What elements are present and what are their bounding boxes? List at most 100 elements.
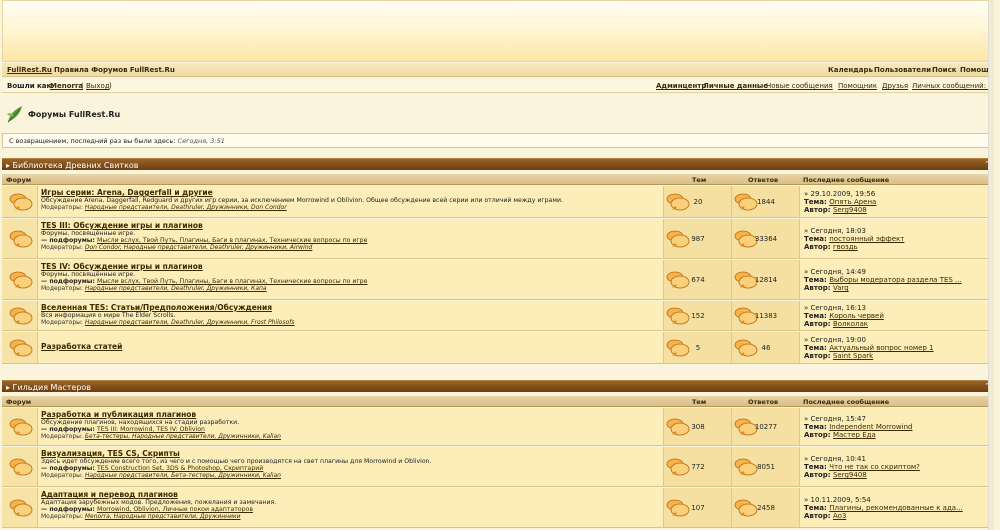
cell-c2 — [38, 332, 664, 363]
forum-row: TES III: Обсуждение игры и плагинов Форум… — [2, 219, 994, 259]
last-post-author-link[interactable]: Saint Spark — [833, 352, 873, 360]
last-post-topic-link[interactable]: Independent Morrowind — [829, 423, 912, 431]
last-post-topic-link[interactable]: Король червей — [829, 312, 884, 320]
nav-users-link[interactable]: Пользователи — [874, 66, 931, 74]
last-post-author-link[interactable]: Varg — [833, 284, 849, 292]
nav-search-link[interactable]: Поиск — [932, 66, 956, 74]
subforums-line: — подфорумы: TES III: Morrowind, TES IV:… — [41, 426, 205, 433]
last-post-theme: Тема: Что не так со скриптом? — [804, 463, 920, 471]
moderator-links[interactable]: Народные представители, Deathruler, Друж… — [85, 319, 295, 326]
forum-row: Вселенная TES: Статьи/Предположения/Обсу… — [2, 301, 994, 331]
forum-description: Форумы, посвящённые игре. — [41, 230, 136, 237]
moderators-line: Модераторы: Народные представители, Бета… — [41, 472, 281, 479]
forum-name-link[interactable]: Визуализация, TES CS, Скрипты — [41, 449, 180, 458]
forum-logo[interactable]: Форумы FullRest.Ru — [6, 102, 120, 126]
last-post-topic-link[interactable]: Плагины, рекомендованные к ада... — [829, 504, 963, 512]
last-post-topic-link[interactable]: Опять Арена — [829, 198, 876, 206]
last-post-author-link[interactable]: гвоздь — [833, 243, 858, 251]
forum-name-link[interactable]: TES IV: Обсуждение игры и плагинов — [41, 262, 203, 271]
forum-name-link[interactable]: Адаптация и перевод плагинов — [41, 490, 178, 499]
author-label: Автор: — [804, 243, 833, 251]
forum-description: Адаптация зарубежных модов. Предложения,… — [41, 499, 277, 506]
forum-name-link[interactable]: Игры серии: Arena, Daggerfall и другие — [41, 188, 213, 197]
last-post-topic-link[interactable]: Что не так со скриптом? — [829, 463, 920, 471]
replies-count: 11383 — [754, 312, 778, 320]
column-headers: Форум Тем Ответов Последнее сообщение — [2, 174, 994, 185]
moderators-label: Модераторы: — [41, 319, 85, 326]
forum-title: Форумы FullRest.Ru — [28, 109, 121, 119]
nav-home-link[interactable]: FullRest.Ru — [7, 66, 52, 74]
col-forum-header: Форум — [6, 398, 32, 406]
moderator-links[interactable]: Don Condor, Народные представители, Deat… — [85, 244, 313, 251]
replies-count: 12814 — [754, 276, 778, 284]
last-post-topic-link[interactable]: Выборы модератора раздела TES ... — [829, 276, 962, 284]
forum-name-link[interactable]: Разработка статей — [41, 342, 122, 351]
forum-status-icon — [9, 458, 33, 476]
page-scrollbar[interactable] — [988, 0, 994, 530]
last-post-topic-link[interactable]: постоянный эффект — [829, 235, 904, 243]
subforums-line: — подфорумы: TES Construction Set, 3DS &… — [41, 465, 263, 472]
moderator-links[interactable]: Народные представители, Бета-тестеры, Др… — [85, 472, 281, 479]
topics-count: 152 — [691, 312, 705, 320]
subforums-label: — подфорумы: — [41, 278, 97, 285]
logout-link[interactable]: Выход — [86, 82, 110, 90]
subforum-links[interactable]: Morrowind, Oblivion, Личные покои адапта… — [97, 506, 253, 513]
last-post-author-link[interactable]: Serg9408 — [833, 471, 867, 479]
topics-count: 5 — [695, 344, 701, 352]
forum-row: Разработка и публикация плагинов Обсужден… — [2, 408, 994, 446]
admin-cp-link[interactable]: Админцентр — [656, 82, 706, 90]
subforum-links[interactable]: Мысли вслух, Твой Путь, Плагины, Баги в … — [97, 237, 367, 244]
col-topics-header: Тем — [692, 176, 707, 184]
moderator-links[interactable]: Народные представители, Deathruler, Друж… — [85, 204, 287, 211]
theme-label: Тема: — [804, 344, 830, 352]
nav-calendar-link[interactable]: Календарь — [828, 66, 873, 74]
subforums-label: — подфорумы: — [41, 237, 97, 244]
last-post-author-link[interactable]: Serg9408 — [833, 206, 867, 214]
last-post-date: » 10.11.2009, 5:54 — [804, 496, 871, 504]
moderator-links[interactable]: Бета-тестеры, Народные представители, Др… — [85, 433, 281, 440]
subforum-links[interactable]: TES Construction Set, 3DS & Photoshop, С… — [97, 465, 263, 472]
last-post-author: Автор: Мастер Еда — [804, 431, 876, 439]
subforums-line: — подфорумы: Мысли вслух, Твой Путь, Пла… — [41, 237, 367, 244]
site-banner — [2, 0, 994, 62]
author-label: Автор: — [804, 320, 833, 328]
forum-name-link[interactable]: TES III: Обсуждение игры и плагинов — [41, 221, 203, 230]
welcome-box: С возвращением, последний раз вы были зд… — [2, 133, 994, 148]
last-post-author: Автор: Serg9408 — [804, 471, 867, 479]
forum-name-link[interactable]: Вселенная TES: Статьи/Предположения/Обсу… — [41, 303, 272, 312]
category-title[interactable]: ▸ Гильдия Мастеров — [6, 383, 91, 392]
moderator-links[interactable]: Народные представители, Deathruler, Друж… — [85, 285, 267, 292]
friends-link[interactable]: Друзья — [882, 82, 908, 90]
last-visit-time: Сегодня, 3:51 — [177, 137, 225, 145]
forum-page: FullRest.Ru Правила Форумов FullRest.Ru … — [2, 0, 994, 530]
last-post-date: » Сегодня, 14:49 — [804, 268, 866, 276]
last-post-author-link[interactable]: Волколак — [833, 320, 868, 328]
new-posts-link[interactable]: Новые сообщения — [766, 82, 833, 90]
forum-status-icon — [9, 271, 33, 289]
replies-count: 46 — [761, 344, 771, 352]
subforum-links[interactable]: Мысли вслух, Твой Путь, Плагины, Баги в … — [97, 278, 367, 285]
last-post-author: Автор: Saint Spark — [804, 352, 873, 360]
username-link[interactable]: Menorra — [50, 82, 83, 90]
leaf-logo-icon — [7, 106, 22, 123]
last-post-author: Автор: Serg9408 — [804, 206, 867, 214]
my-controls-link[interactable]: Личные данные — [703, 82, 768, 90]
last-post-author-link[interactable]: Ao3 — [833, 512, 846, 520]
assistant-link[interactable]: Помощник — [838, 82, 877, 90]
author-label: Автор: — [804, 431, 833, 439]
last-post-topic-link[interactable]: Актуальный вопрос номер 1 — [829, 344, 933, 352]
category-title[interactable]: ▸ Библиотека Древних Свитков — [6, 161, 139, 170]
subforum-links[interactable]: TES III: Morrowind, TES IV: Oblivion — [97, 426, 205, 433]
topics-count: 107 — [691, 504, 705, 512]
forum-row: Визуализация, TES CS, Скрипты Здесь идет … — [2, 447, 994, 487]
moderator-links[interactable]: Menorra, Народные представители, Дружинн… — [85, 513, 241, 520]
subforums-line: — подфорумы: Мысли вслух, Твой Путь, Пла… — [41, 278, 367, 285]
column-headers: Форум Тем Ответов Последнее сообщение — [2, 396, 994, 407]
nav-rules-link[interactable]: Правила Форумов FullRest.Ru — [54, 66, 175, 74]
last-post-author-link[interactable]: Мастер Еда — [833, 431, 876, 439]
replies-count: 1844 — [757, 198, 775, 206]
forum-description: Здесь идет обсуждение всего того, из чег… — [41, 458, 432, 465]
private-messages-link[interactable]: Личных сообщений: 0 — [912, 82, 993, 90]
last-post-date: » Сегодня, 10:41 — [804, 455, 866, 463]
forum-name-link[interactable]: Разработка и публикация плагинов — [41, 410, 196, 419]
